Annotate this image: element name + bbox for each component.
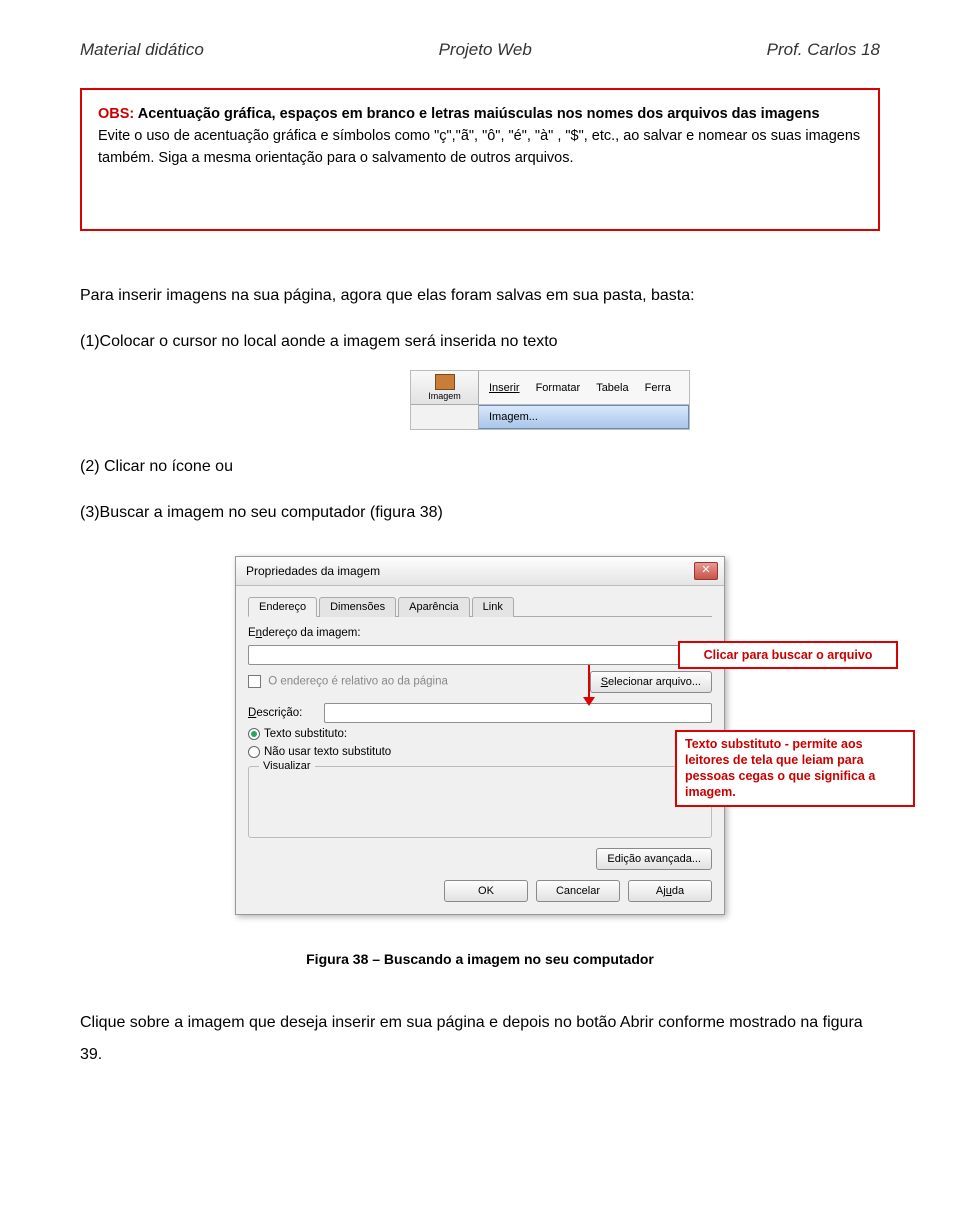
preview-legend: Visualizar [259, 760, 315, 772]
tab-endereco[interactable]: Endereço [248, 597, 317, 617]
toolbar-image-button[interactable]: Imagem [411, 371, 479, 405]
menu-tabela[interactable]: Tabela [596, 382, 628, 394]
preview-fieldset: Visualizar [248, 766, 712, 838]
input-description[interactable] [324, 703, 712, 723]
callout-alt-text: Texto substituto - permite aos leitores … [675, 730, 915, 807]
menu-inserir[interactable]: Inserir [489, 382, 520, 394]
tab-dimensoes[interactable]: Dimensões [319, 597, 396, 617]
label-endereco: Endereço da imagem: [248, 627, 361, 639]
radio-alt-text[interactable]: Texto substituto: [248, 728, 712, 740]
close-icon[interactable]: ✕ [694, 562, 718, 580]
image-icon [435, 374, 455, 390]
advanced-edit-button[interactable]: Edição avançada... [596, 848, 712, 870]
image-properties-dialog: Propriedades da imagem ✕ Endereço Dimens… [235, 556, 725, 915]
menu-formatar[interactable]: Formatar [536, 382, 581, 394]
dialog-title: Propriedades da imagem [246, 564, 380, 578]
step-1: (1)Colocar o cursor no local aonde a ima… [80, 325, 880, 359]
menu-screenshot: Imagem Inserir Formatar Tabela Ferra Ima… [410, 370, 690, 430]
menu-ferra[interactable]: Ferra [645, 382, 671, 394]
tab-link[interactable]: Link [472, 597, 514, 617]
header-center: Projeto Web [439, 40, 532, 60]
label-descricao: Descrição: [248, 707, 316, 719]
toolbar-image-label: Imagem [428, 391, 461, 401]
submenu-imagem[interactable]: Imagem... [479, 405, 689, 429]
header-left: Material didático [80, 40, 204, 60]
step-2: (2) Clicar no ícone ou [80, 450, 880, 484]
final-paragraph: Clique sobre a imagem que deseja inserir… [80, 1007, 880, 1071]
page-header: Material didático Projeto Web Prof. Carl… [80, 40, 880, 60]
help-button[interactable]: Ajuda [628, 880, 712, 902]
warning-box: OBS: Acentuação gráfica, espaços em bran… [80, 88, 880, 231]
input-image-url[interactable] [248, 645, 712, 665]
checkbox-relative[interactable]: O endereço é relativo ao da página [248, 675, 448, 688]
ok-button[interactable]: OK [444, 880, 528, 902]
cancel-button[interactable]: Cancelar [536, 880, 620, 902]
menubar: Inserir Formatar Tabela Ferra [479, 371, 689, 405]
step-3: (3)Buscar a imagem no seu computador (fi… [80, 496, 880, 530]
radio-no-alt-text[interactable]: Não usar texto substituto [248, 746, 712, 758]
tab-row: Endereço Dimensões Aparência Link [248, 596, 712, 617]
header-right: Prof. Carlos 18 [767, 40, 880, 60]
select-file-button[interactable]: Selecionar arquivo... [590, 671, 712, 693]
warning-title: Acentuação gráfica, espaços em branco e … [134, 106, 819, 122]
intro-paragraph: Para inserir imagens na sua página, agor… [80, 279, 880, 313]
callout-select-file: Clicar para buscar o arquivo [678, 641, 898, 669]
obs-label: OBS: [98, 106, 134, 122]
warning-body: Evite o uso de acentuação gráfica e símb… [98, 126, 862, 170]
figure-caption: Figura 38 – Buscando a imagem no seu com… [80, 951, 880, 967]
tab-aparencia[interactable]: Aparência [398, 597, 470, 617]
